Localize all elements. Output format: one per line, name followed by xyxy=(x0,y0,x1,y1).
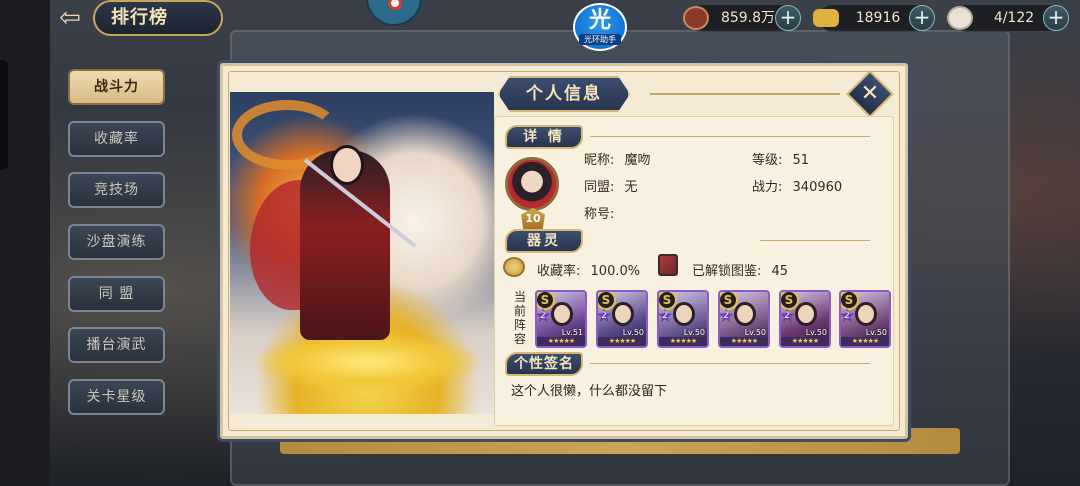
stamina-bun-icon xyxy=(947,6,973,30)
signature-text: 这个人很懒，什么都没留下 xyxy=(511,384,668,399)
logo-sub: 光环助手 xyxy=(579,34,621,45)
lineup-hero-card[interactable]: S 2 Lv.50 ★★★★★ xyxy=(657,290,709,348)
copper-coin-icon xyxy=(683,6,709,30)
star-badge: 2 xyxy=(720,308,734,323)
s-rank-icon: S xyxy=(841,292,859,310)
level-row: 等级: 51 xyxy=(752,149,809,168)
sidebar-item-stage-battle[interactable]: 播台演武 xyxy=(68,327,165,363)
resource-copper-value: 859.8万 xyxy=(720,10,776,26)
title-row: 称号: xyxy=(584,203,614,222)
lineup-hero-card[interactable]: S 2 Lv.51 ★★★★★ xyxy=(535,290,587,348)
close-x-icon: ✕ xyxy=(860,81,880,106)
hero-level: Lv.51 xyxy=(561,328,583,337)
lineup-hero-card[interactable]: S 2 Lv.50 ★★★★★ xyxy=(779,290,831,348)
glow-ring-art xyxy=(252,332,482,392)
nickname-row: 昵称: 魔吻 xyxy=(584,149,651,168)
sidebar-item-alliance[interactable]: 同 盟 xyxy=(68,276,165,312)
add-stamina-button[interactable]: + xyxy=(1043,5,1069,31)
lineup-hero-card[interactable]: S 2 Lv.50 ★★★★★ xyxy=(839,290,891,348)
sidebar-item-power[interactable]: 战斗力 xyxy=(68,69,165,105)
lineup-hero-card[interactable]: S 2 Lv.50 ★★★★★ xyxy=(718,290,770,348)
s-rank-icon: S xyxy=(537,292,555,310)
collection-rate-label: 收藏率: xyxy=(537,264,581,279)
dialog-title: 个人信息 xyxy=(498,76,630,112)
star-badge: 2 xyxy=(841,308,855,323)
hero-face xyxy=(795,302,817,326)
lineup-hero-card[interactable]: S 2 Lv.50 ★★★★★ xyxy=(596,290,648,348)
artifact-divider xyxy=(760,240,870,241)
hero-level: Lv.50 xyxy=(744,328,766,337)
page-title: 排行榜 xyxy=(93,0,223,36)
unlocked-codex-row: 已解锁图鉴: 45 xyxy=(692,260,788,279)
resource-gold: 18916 + xyxy=(813,4,935,32)
hero-face xyxy=(551,302,573,326)
artifact-section-label: 器灵 xyxy=(505,229,583,253)
alliance-label: 同盟: xyxy=(584,180,615,195)
hero-face xyxy=(855,302,877,326)
nickname-label: 昵称: xyxy=(584,153,615,168)
resource-stamina-value: 4/122 xyxy=(993,10,1035,26)
s-rank-icon: S xyxy=(598,292,616,310)
resource-gold-value: 18916 xyxy=(855,10,901,26)
s-rank-icon: S xyxy=(781,292,799,310)
nickname-value: 魔吻 xyxy=(624,153,651,168)
details-section-label: 详 情 xyxy=(505,125,583,149)
player-avatar xyxy=(505,157,559,211)
coin-stack-icon xyxy=(503,257,525,277)
signature-divider xyxy=(590,363,870,364)
hero-level: Lv.50 xyxy=(622,328,644,337)
add-gold-button[interactable]: + xyxy=(909,5,935,31)
logo-char: 光 xyxy=(588,8,611,33)
back-arrow-icon[interactable]: ⇦ xyxy=(50,2,90,34)
codex-book-icon xyxy=(658,254,678,276)
details-divider xyxy=(590,136,870,137)
alliance-row: 同盟: 无 xyxy=(584,176,638,195)
sidebar-item-sandbox[interactable]: 沙盘演练 xyxy=(68,224,165,260)
resource-stamina: 4/122 + xyxy=(947,4,1069,32)
power-value: 340960 xyxy=(792,180,843,195)
hero-level: Lv.50 xyxy=(865,328,887,337)
hero-head xyxy=(330,145,364,185)
unlocked-codex-value: 45 xyxy=(771,264,789,279)
star-row: ★★★★★ xyxy=(537,337,585,346)
star-badge: 2 xyxy=(537,308,551,323)
header-line-right xyxy=(650,93,840,95)
star-row: ★★★★★ xyxy=(659,337,707,346)
hero-level: Lv.50 xyxy=(805,328,827,337)
signature-section-label: 个性签名 xyxy=(505,352,583,376)
star-row: ★★★★★ xyxy=(720,337,768,346)
power-label: 战力: xyxy=(752,180,783,195)
star-badge: 2 xyxy=(598,308,612,323)
unlocked-codex-label: 已解锁图鉴: xyxy=(692,264,762,279)
sidebar-item-arena[interactable]: 竞技场 xyxy=(68,172,165,208)
gold-ingot-icon xyxy=(813,9,839,27)
level-label: 等级: xyxy=(752,153,783,168)
alliance-value: 无 xyxy=(624,180,638,195)
sidebar-item-collection[interactable]: 收藏率 xyxy=(68,121,165,157)
helper-logo-icon[interactable]: 光 光环助手 xyxy=(573,3,627,51)
star-badge: 2 xyxy=(781,308,795,323)
add-copper-button[interactable]: + xyxy=(775,5,801,31)
title-label: 称号: xyxy=(584,207,615,222)
screen-notch xyxy=(0,60,8,170)
collection-rate-row: 收藏率: 100.0% xyxy=(537,260,640,279)
hero-face xyxy=(673,302,695,326)
sidebar-item-level-stars[interactable]: 关卡星级 xyxy=(68,379,165,415)
hero-face xyxy=(612,302,634,326)
s-rank-icon: S xyxy=(720,292,738,310)
star-row: ★★★★★ xyxy=(781,337,829,346)
s-rank-icon: S xyxy=(659,292,677,310)
star-badge: 2 xyxy=(659,308,673,323)
resource-copper: 859.8万 + xyxy=(683,4,801,32)
star-row: ★★★★★ xyxy=(598,337,646,346)
power-row: 战力: 340960 xyxy=(752,176,842,195)
star-row: ★★★★★ xyxy=(841,337,889,346)
lineup-label: 当前阵容 xyxy=(513,290,526,346)
collection-rate-value: 100.0% xyxy=(590,264,641,279)
hero-face xyxy=(734,302,756,326)
hero-level: Lv.50 xyxy=(683,328,705,337)
level-value: 51 xyxy=(792,153,810,168)
